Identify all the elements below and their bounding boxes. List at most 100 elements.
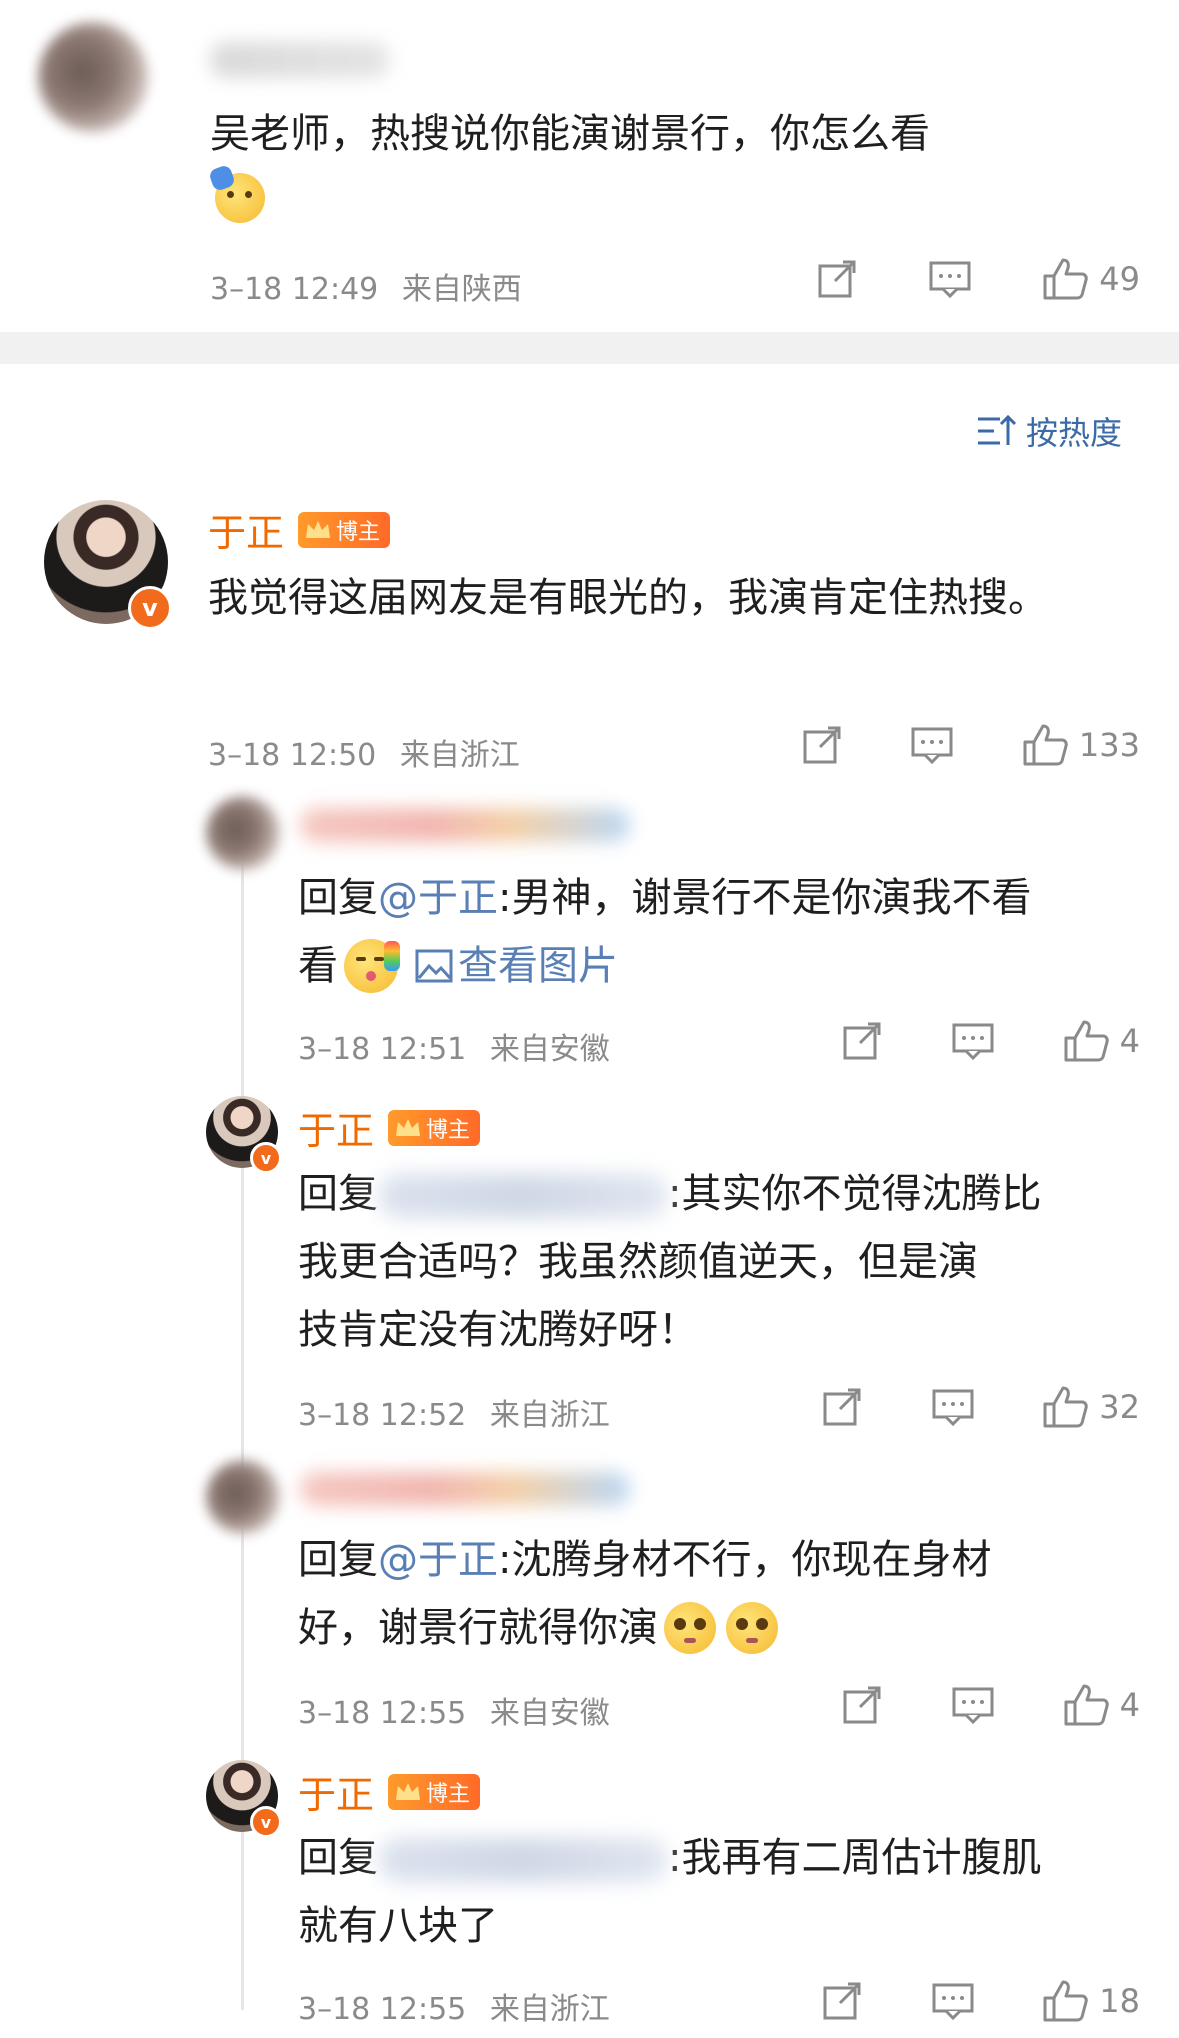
author-name[interactable]: 于正 xyxy=(298,1764,374,1819)
username-blurred[interactable] xyxy=(300,1472,630,1506)
comment-icon[interactable] xyxy=(909,723,955,767)
comment-meta: 3–18 12:50 来自浙江 xyxy=(208,730,520,774)
share-icon[interactable] xyxy=(800,723,844,767)
reply-text-line2: 就有八块了 xyxy=(298,1903,498,1949)
avatar[interactable] xyxy=(206,1460,280,1534)
avatar[interactable] xyxy=(206,796,280,870)
location: 来自陕西 xyxy=(401,272,522,307)
location: 来自安徽 xyxy=(489,1032,610,1067)
share-icon[interactable] xyxy=(820,1979,864,2023)
comment-actions: 133 xyxy=(800,722,1140,768)
sort-icon xyxy=(978,414,1016,445)
comment-text: 我觉得这届网友是有眼光的，我演肯定住热搜。 xyxy=(208,575,1048,621)
comment-icon[interactable] xyxy=(950,1683,996,1727)
comment-actions: 49 xyxy=(815,256,1140,302)
like-button[interactable]: 49 xyxy=(1041,256,1140,302)
blogger-badge: 博主 xyxy=(298,511,391,548)
like-button[interactable]: 4 xyxy=(1062,1018,1140,1064)
reply-text: 回复@于正:沈腾身材不行，你现在身材 xyxy=(298,1537,992,1583)
mention-blurred[interactable] xyxy=(378,1838,668,1882)
section-divider xyxy=(0,332,1179,364)
pleading-emoji-icon xyxy=(664,1602,716,1654)
mention-link[interactable]: @于正 xyxy=(378,1537,498,1583)
thread-line xyxy=(241,830,244,2010)
like-button[interactable]: 4 xyxy=(1062,1682,1140,1728)
share-icon[interactable] xyxy=(815,257,859,301)
image-icon xyxy=(415,949,453,983)
crown-icon xyxy=(396,1782,421,1800)
timestamp: 3–18 12:55 xyxy=(298,1696,467,1731)
comment-icon[interactable] xyxy=(927,257,973,301)
verified-badge-icon: v xyxy=(128,586,172,630)
reply-text: 回复@于正:男神，谢景行不是你演我不看 xyxy=(298,875,1032,921)
thumbs-up-icon xyxy=(1023,724,1068,766)
timestamp: 3–18 12:49 xyxy=(210,272,379,307)
thumbs-up-icon xyxy=(1064,1020,1109,1062)
blogger-badge: 博主 xyxy=(388,1773,481,1810)
reply-meta: 3–18 12:55 来自浙江 xyxy=(298,1984,610,2028)
location: 来自浙江 xyxy=(399,738,520,773)
like-count: 133 xyxy=(1078,726,1140,764)
view-image-link[interactable]: 查看图片 xyxy=(414,932,618,1000)
thumbs-up-icon xyxy=(1043,1386,1089,1428)
reply-text: 回复:其实你不觉得沈腾比 xyxy=(298,1171,1042,1218)
like-button[interactable]: 18 xyxy=(1041,1978,1140,2024)
author-row: 于正 博主 xyxy=(298,1100,481,1155)
reply-text-line2: 看 查看图片 xyxy=(298,932,618,1000)
reply-actions: 4 xyxy=(840,1018,1140,1064)
verified-badge-icon: v xyxy=(250,1142,282,1174)
reply-actions: 32 xyxy=(820,1384,1140,1430)
reply-text-line2: 我更合适吗？我虽然颜值逆天，但是演 xyxy=(298,1239,978,1285)
share-icon[interactable] xyxy=(840,1019,884,1063)
sort-toggle[interactable]: 按热度 xyxy=(976,408,1122,454)
location: 来自浙江 xyxy=(489,1992,610,2027)
pleading-emoji-icon xyxy=(726,1602,778,1654)
reply-text-line3: 技肯定没有沈腾好呀！ xyxy=(298,1307,698,1353)
timestamp: 3–18 12:51 xyxy=(298,1032,467,1067)
crown-icon xyxy=(396,1118,421,1136)
location: 来自浙江 xyxy=(489,1398,610,1433)
thumbs-up-icon xyxy=(1064,1684,1109,1726)
comment-text: 吴老师，热搜说你能演谢景行，你怎么看 xyxy=(210,111,930,157)
facepalm-emoji-icon xyxy=(207,163,265,223)
avatar[interactable] xyxy=(38,22,148,132)
author-row: 于正 博主 xyxy=(298,1764,481,1819)
kissing-emoji-icon xyxy=(344,939,400,993)
comment-meta: 3–18 12:49 来自陕西 xyxy=(210,264,522,308)
timestamp: 3–18 12:52 xyxy=(298,1398,467,1433)
thumbs-up-icon xyxy=(1043,1980,1089,2022)
comment-icon[interactable] xyxy=(930,1385,976,1429)
share-icon[interactable] xyxy=(820,1385,864,1429)
reply-text-line2: 好，谢景行就得你演 xyxy=(298,1594,778,1662)
sort-label: 按热度 xyxy=(1026,414,1123,452)
location: 来自安徽 xyxy=(489,1696,610,1731)
comment-icon[interactable] xyxy=(930,1979,976,2023)
mention-link[interactable]: @于正 xyxy=(378,875,498,921)
blogger-badge: 博主 xyxy=(388,1109,481,1146)
timestamp: 3–18 12:50 xyxy=(208,738,377,773)
timestamp: 3–18 12:55 xyxy=(298,1992,467,2027)
like-count: 4 xyxy=(1119,1022,1140,1060)
reply-meta: 3–18 12:51 来自安徽 xyxy=(298,1024,610,1068)
reply-meta: 3–18 12:52 来自浙江 xyxy=(298,1390,610,1434)
like-count: 18 xyxy=(1099,1982,1140,2020)
share-icon[interactable] xyxy=(840,1683,884,1727)
author-name[interactable]: 于正 xyxy=(208,502,284,557)
verified-badge-icon: v xyxy=(250,1806,282,1838)
mention-blurred[interactable] xyxy=(378,1174,668,1218)
reply-meta: 3–18 12:55 来自安徽 xyxy=(298,1688,610,1732)
author-name[interactable]: 于正 xyxy=(298,1100,374,1155)
like-count: 4 xyxy=(1119,1686,1140,1724)
username-blurred[interactable] xyxy=(210,42,390,78)
like-button[interactable]: 32 xyxy=(1041,1384,1140,1430)
crown-icon xyxy=(306,520,331,538)
username-blurred[interactable] xyxy=(300,808,630,842)
reply-actions: 4 xyxy=(840,1682,1140,1728)
like-count: 49 xyxy=(1099,260,1140,298)
thumbs-up-icon xyxy=(1043,258,1089,300)
reply-actions: 18 xyxy=(820,1978,1140,2024)
like-button[interactable]: 133 xyxy=(1021,722,1140,768)
comment-icon[interactable] xyxy=(950,1019,996,1063)
reply-text: 回复:我再有二周估计腹肌 xyxy=(298,1835,1042,1882)
like-count: 32 xyxy=(1099,1388,1140,1426)
